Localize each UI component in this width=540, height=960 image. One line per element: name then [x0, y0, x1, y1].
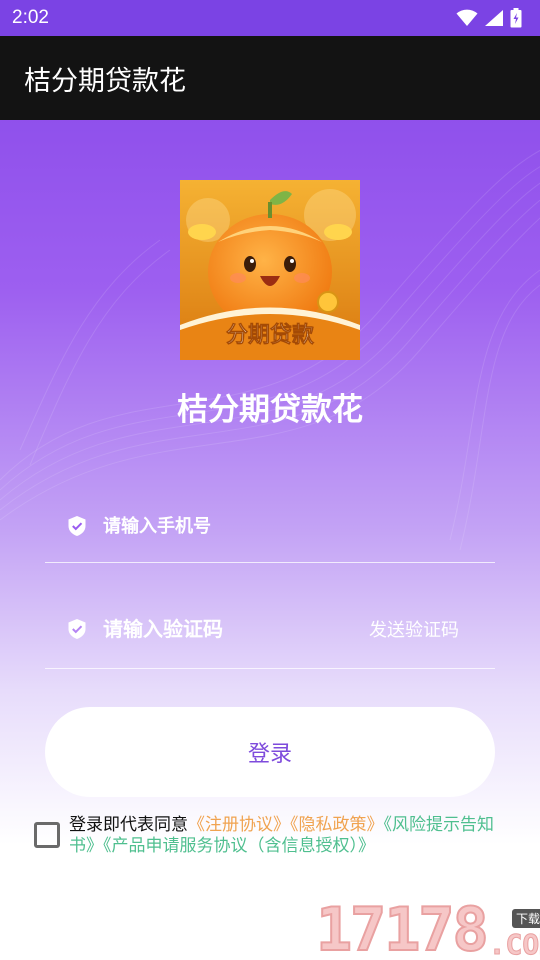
orange-mascot-logo: 分期贷款 [180, 180, 360, 360]
verification-code-input[interactable] [103, 617, 353, 641]
logo-banner-text: 分期贷款 [226, 322, 315, 348]
battery-icon [510, 8, 522, 28]
shield-check-icon [68, 516, 86, 536]
phone-input[interactable] [103, 515, 353, 537]
watermark-digits: 17178 [315, 895, 490, 960]
registration-agreement-link[interactable]: 《注册协议》 [188, 815, 290, 835]
status-time: 2:02 [12, 7, 49, 28]
agreement-checkbox[interactable] [34, 822, 60, 848]
verification-code-field: 发送验证码 [45, 590, 495, 669]
signal-icon [485, 10, 503, 26]
wifi-icon [456, 9, 478, 26]
send-code-button[interactable]: 发送验证码 [369, 616, 459, 642]
status-bar: 2:02 [0, 0, 540, 36]
app-logo: 分期贷款 [180, 180, 360, 360]
app-bar-title: 桔分期贷款花 [24, 65, 186, 97]
app-bar: 桔分期贷款花 [0, 36, 540, 120]
app-name-heading: 桔分期贷款花 [177, 392, 363, 428]
login-button[interactable]: 登录 [45, 707, 495, 797]
watermark-right: 下载站 .COM [488, 909, 540, 960]
service-agreement-link[interactable]: 《产品申请服务协议（含信息授权）》 [103, 836, 375, 856]
watermark-logo: 17178 下载站 .COM [315, 895, 540, 960]
status-icons [456, 8, 528, 28]
shield-check-icon [68, 619, 86, 639]
privacy-policy-link[interactable]: 《隐私政策》 [290, 815, 384, 835]
agreement-text: 登录即代表同意《注册协议》《隐私政策》《风险提示告知书》《产品申请服务协议（含信… [69, 815, 509, 857]
phone-field [45, 490, 495, 563]
agreement-prefix: 登录即代表同意 [69, 815, 188, 835]
watermark-suffix: .COM [488, 928, 540, 960]
watermark-badge: 下载站 [512, 909, 540, 928]
agreement-row: 登录即代表同意《注册协议》《隐私政策》《风险提示告知书》《产品申请服务协议（含信… [34, 815, 514, 857]
